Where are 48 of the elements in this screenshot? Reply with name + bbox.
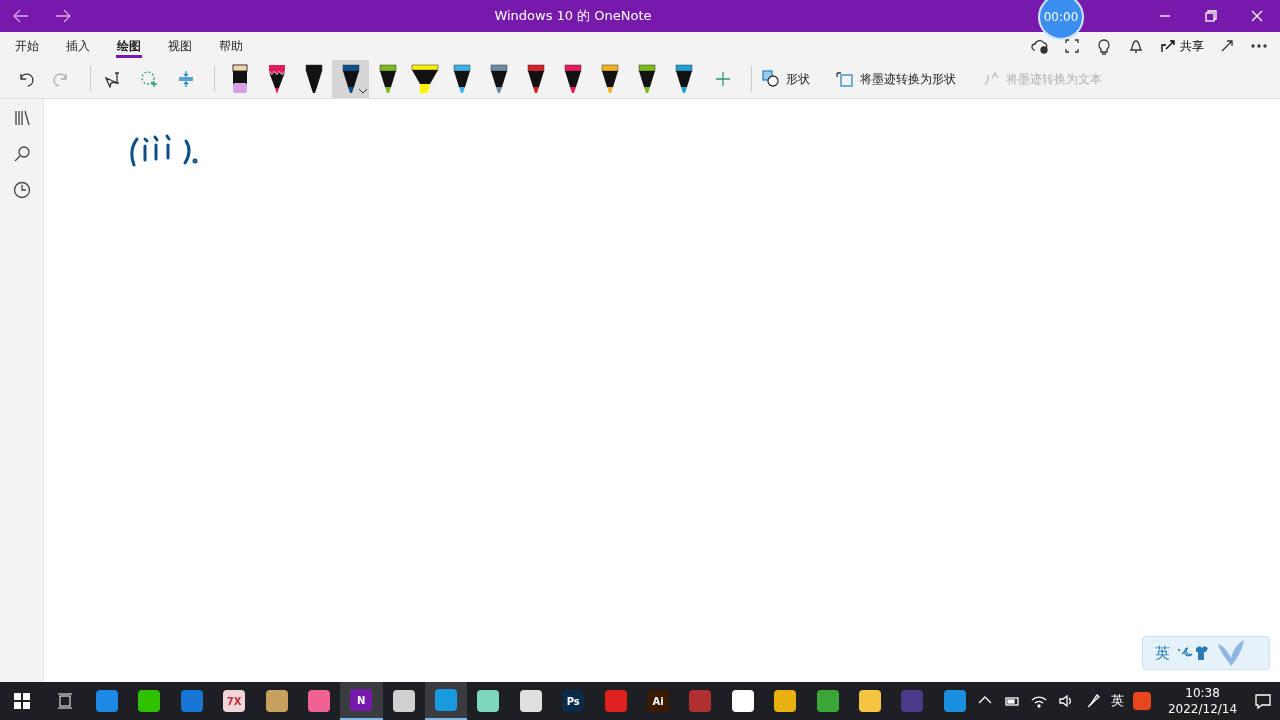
share-button[interactable]: 共享 bbox=[1159, 37, 1204, 55]
caret-icon bbox=[359, 89, 367, 94]
ime-indicator[interactable]: 英 bbox=[1110, 692, 1124, 710]
ime-toolbar[interactable]: 英 bbox=[1142, 636, 1270, 670]
app-icon[interactable] bbox=[392, 690, 415, 712]
ink-to-shape-icon bbox=[836, 70, 854, 88]
app-icon[interactable] bbox=[519, 690, 542, 712]
app-icon[interactable]: 7X bbox=[223, 690, 246, 712]
app-icon[interactable] bbox=[138, 690, 161, 712]
cloud-check-icon[interactable] bbox=[1031, 37, 1049, 55]
task-view-icon[interactable] bbox=[56, 693, 73, 709]
app-icon[interactable] bbox=[477, 690, 500, 712]
lasso-add-icon[interactable] bbox=[140, 70, 158, 88]
ime-settings-icon[interactable] bbox=[1176, 644, 1210, 662]
notification-icon[interactable] bbox=[1254, 692, 1273, 710]
ribbon-tool-button[interactable]: 将墨迹转换为形状 bbox=[832, 68, 960, 90]
search-icon[interactable] bbox=[12, 145, 31, 163]
bell-icon[interactable] bbox=[1127, 37, 1145, 55]
windows-start-icon[interactable] bbox=[13, 693, 30, 709]
app-icon[interactable] bbox=[774, 690, 797, 712]
taskbar-clock[interactable]: 10:38 2022/12/14 bbox=[1167, 685, 1238, 717]
app-icon[interactable]: N bbox=[350, 689, 373, 711]
ribbon-tool-button[interactable]: 形状 bbox=[758, 68, 814, 90]
ime-language-label: 英 bbox=[1155, 643, 1170, 663]
ribbon-tab[interactable]: 开始 bbox=[6, 34, 48, 58]
lasso-text-select-icon[interactable] bbox=[103, 70, 121, 88]
share-icon bbox=[1159, 37, 1177, 55]
app-icon[interactable] bbox=[265, 690, 288, 712]
ribbon-tab[interactable]: 绘图 bbox=[108, 34, 150, 58]
app-icon[interactable] bbox=[731, 690, 754, 712]
lightbulb-icon[interactable] bbox=[1095, 37, 1113, 55]
ribbon-tab[interactable]: 视图 bbox=[159, 34, 201, 58]
recent-clock-icon[interactable] bbox=[12, 181, 31, 199]
app-icon[interactable]: Ai bbox=[647, 690, 670, 712]
add-space-icon[interactable] bbox=[177, 70, 195, 88]
window-title: Windows 10 的 OneNote bbox=[493, 7, 653, 25]
app-icon[interactable]: Ps bbox=[562, 690, 585, 712]
ink-to-text-icon bbox=[982, 70, 1000, 88]
ribbon-tab[interactable]: 插入 bbox=[57, 34, 99, 58]
shapes-icon bbox=[762, 70, 780, 88]
forward-arrow-icon[interactable] bbox=[54, 7, 72, 25]
back-arrow-icon[interactable] bbox=[12, 7, 30, 25]
pen-swatch[interactable] bbox=[332, 60, 369, 98]
fullscreen-icon[interactable] bbox=[1063, 37, 1081, 55]
notebooks-icon[interactable] bbox=[12, 109, 31, 127]
ribbon-tab[interactable]: 帮助 bbox=[210, 34, 252, 58]
sogou-input-icon[interactable] bbox=[1132, 692, 1151, 710]
restore-icon[interactable] bbox=[1202, 7, 1220, 25]
